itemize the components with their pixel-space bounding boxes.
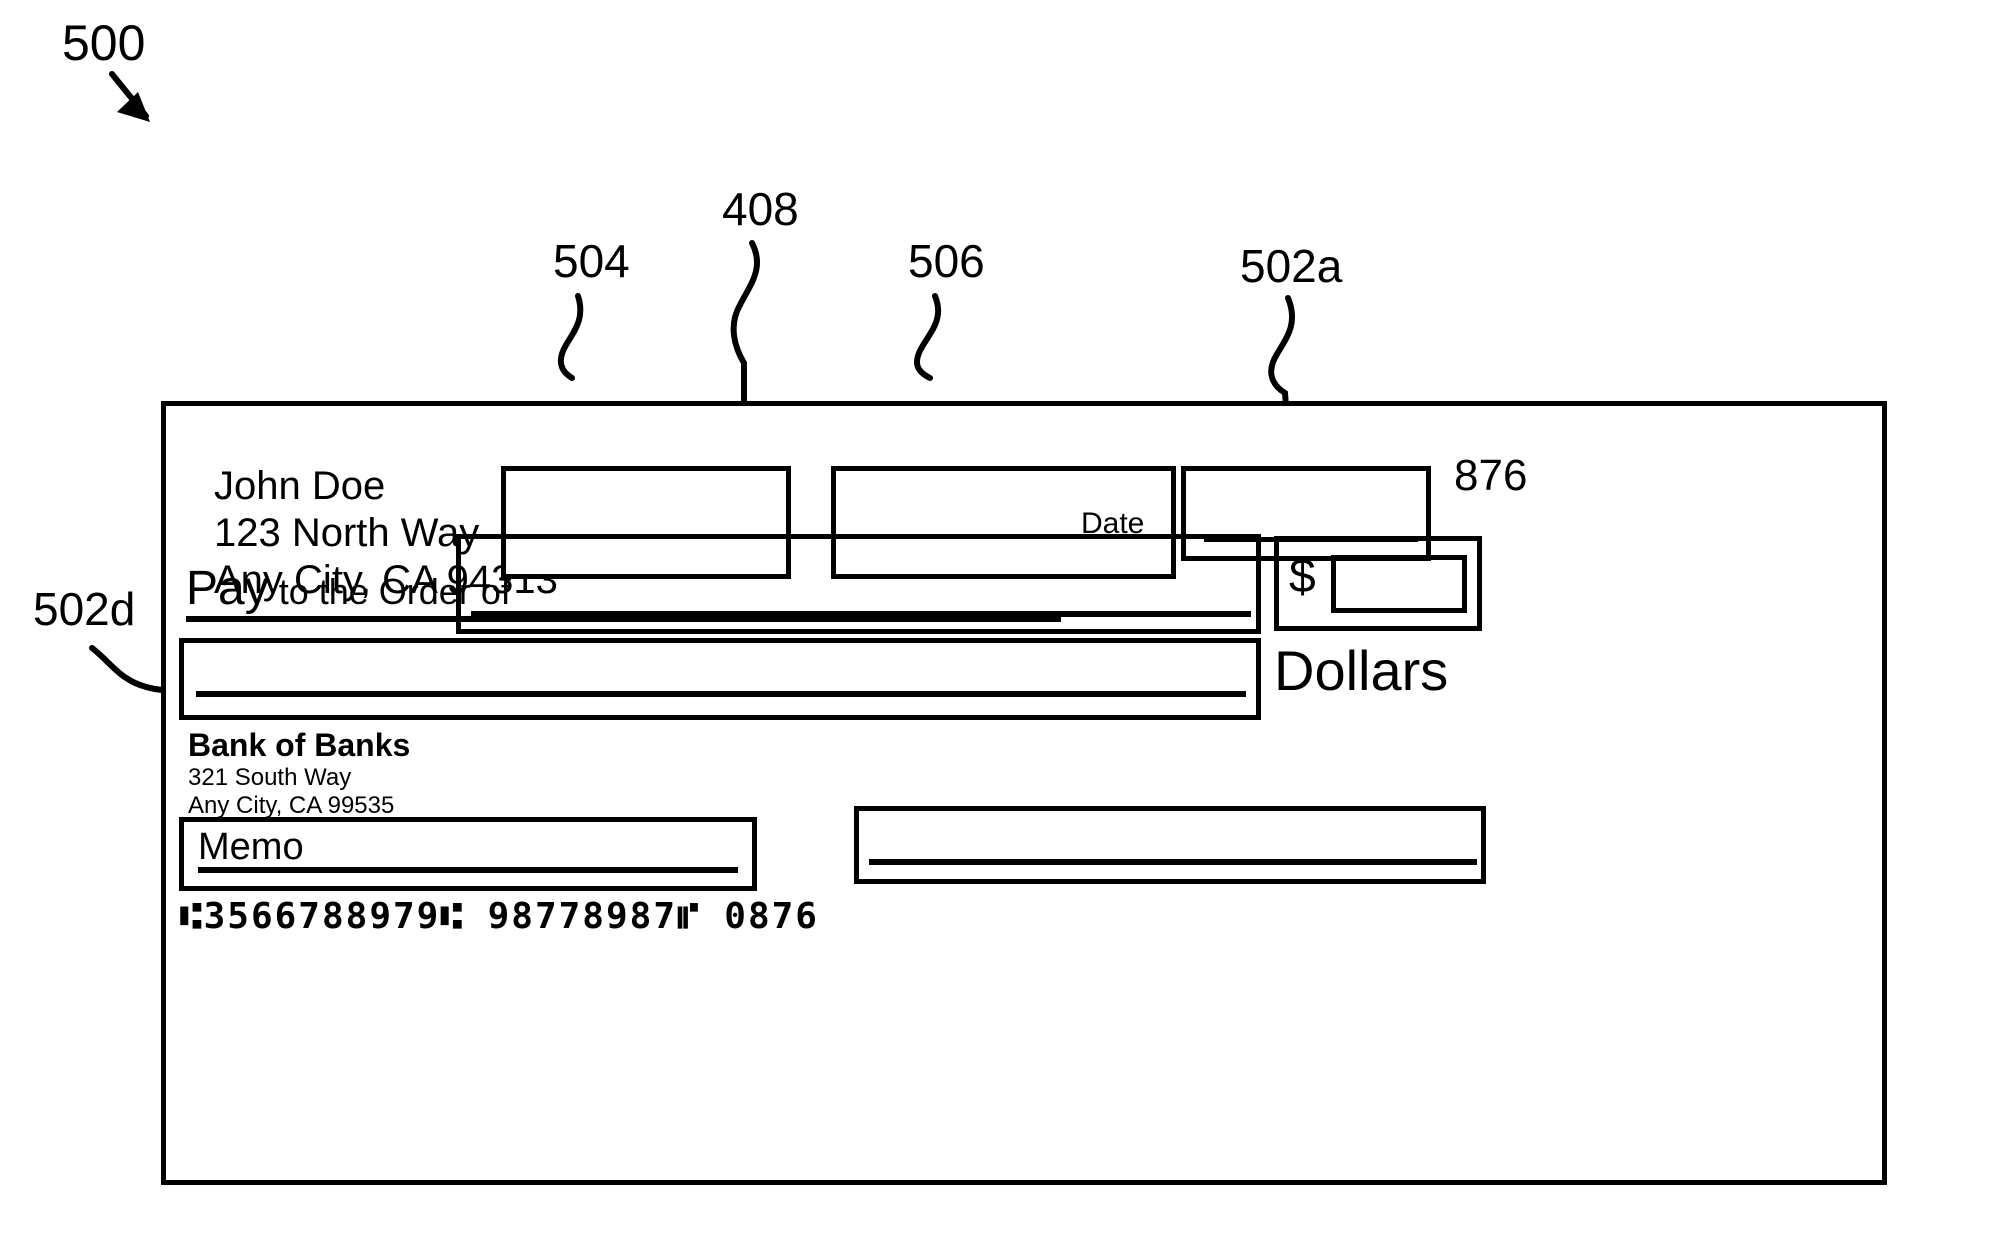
check-document: John Doe 123 North Way Any City, CA 9431… bbox=[161, 401, 1887, 1185]
signature-field-box-508[interactable] bbox=[854, 806, 1486, 884]
signature-write-rule bbox=[869, 859, 1477, 865]
callout-502d: 502d bbox=[33, 583, 136, 635]
leader-504 bbox=[557, 293, 584, 381]
amount-numeric-input[interactable] bbox=[1331, 555, 1467, 613]
leader-408 bbox=[730, 240, 760, 405]
payee-inner-rule bbox=[471, 611, 1251, 617]
callout-506: 506 bbox=[908, 235, 985, 287]
figure-number-500: 500 bbox=[62, 15, 146, 71]
callout-408: 408 bbox=[722, 183, 799, 235]
dollar-sign-icon: $ bbox=[1289, 550, 1316, 603]
bank-city-state-zip: Any City, CA 99535 bbox=[188, 792, 395, 819]
memo-write-rule bbox=[198, 867, 738, 873]
memo-field-box-502e[interactable]: Memo bbox=[179, 817, 757, 891]
figure-arrow-500 bbox=[109, 71, 150, 122]
check-number: 876 bbox=[1454, 451, 1528, 500]
dollars-label: Dollars bbox=[1274, 639, 1449, 702]
bank-street: 321 South Way bbox=[188, 764, 352, 791]
micr-line: ⑆3566788979⑆ 98778987⑈ 0876 bbox=[180, 896, 819, 937]
leader-506 bbox=[913, 293, 942, 381]
bank-address-block: Bank of Banks 321 South Way Any City, CA… bbox=[188, 726, 410, 820]
bank-name: Bank of Banks bbox=[188, 727, 411, 763]
payee-field-box-502b[interactable] bbox=[456, 534, 1261, 634]
amount-words-field-box-502d[interactable] bbox=[179, 638, 1261, 720]
callout-502a: 502a bbox=[1240, 240, 1343, 292]
callout-504: 504 bbox=[553, 235, 630, 287]
memo-label: Memo bbox=[198, 826, 304, 868]
figure-canvas: 500 504 408 506 502a 502b 502c 502d 502e… bbox=[0, 0, 1989, 1248]
pay-word: Pay bbox=[186, 562, 269, 615]
amount-field-box-502c[interactable]: $ bbox=[1274, 536, 1482, 631]
amount-words-inner-rule bbox=[196, 691, 1246, 697]
